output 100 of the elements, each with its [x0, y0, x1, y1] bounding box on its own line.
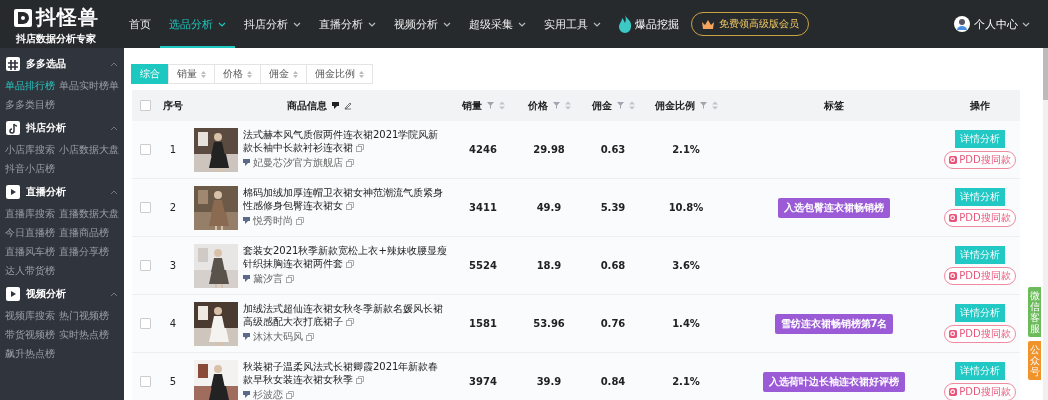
copy-icon[interactable]: [356, 375, 365, 384]
collapse-icon[interactable]: [110, 61, 118, 67]
sidebar-group-title[interactable]: 抖店分析: [26, 121, 66, 135]
copy-icon[interactable]: [296, 216, 304, 225]
table-cell-text: 10.8%: [667, 202, 705, 213]
product-title[interactable]: 加绒法式超仙连衣裙女秋冬季新款名媛风长裙高级感配大衣打底裙子: [243, 301, 448, 328]
copy-icon[interactable]: [306, 332, 314, 341]
sidebar-item[interactable]: 热门视频榜: [59, 309, 121, 323]
collapse-icon[interactable]: [110, 125, 118, 131]
crown-icon: [701, 18, 715, 30]
table-cell-text: 18.9: [535, 260, 563, 271]
play-icon: [6, 185, 20, 199]
nav-item[interactable]: 直播分析: [310, 0, 385, 48]
table-cell-text: 0.68: [599, 260, 627, 271]
product-title[interactable]: 秋装裙子温柔风法式长裙卿霞2021年新款春款早秋女装连衣裙女秋季: [243, 359, 448, 386]
sidebar-item[interactable]: 实时热点榜: [59, 328, 121, 342]
copy-icon[interactable]: [346, 201, 355, 210]
table-cell-text: 3974: [468, 376, 498, 387]
sidebar-item[interactable]: 直播分享榜: [59, 245, 121, 259]
sidebar-item[interactable]: 直播库搜索: [5, 207, 59, 221]
product-title[interactable]: 棉码加绒加厚连帽卫衣裙女神范潮流气质紧身性感修身包臀连衣裙女: [243, 185, 448, 212]
sidebar-item[interactable]: 单品排行榜: [5, 79, 59, 93]
nav-item[interactable]: 超级采集: [460, 0, 535, 48]
sidebar-item[interactable]: 飙升热点榜: [5, 347, 59, 361]
sort-tab[interactable]: 佣金: [260, 64, 307, 84]
copy-icon[interactable]: [346, 158, 354, 167]
table-cell-text: 4246: [468, 144, 498, 155]
copy-icon[interactable]: [356, 143, 365, 152]
checkbox[interactable]: [139, 202, 151, 213]
sidebar-item[interactable]: 直播商品榜: [59, 226, 121, 240]
sort-icon[interactable]: [711, 101, 718, 110]
sidebar-item[interactable]: 单品实时榜单: [59, 79, 121, 93]
sort-tab[interactable]: 价格: [214, 64, 261, 84]
sidebar-item[interactable]: 直播风车榜: [5, 245, 59, 259]
copy-icon[interactable]: [286, 390, 294, 399]
column-header: 销量: [461, 98, 482, 113]
sidebar-item[interactable]: 直播数据大盘: [59, 207, 121, 221]
sidebar-item[interactable]: 达人带货榜: [5, 264, 59, 278]
sidebar-group-title[interactable]: 多多选品: [26, 57, 66, 71]
product-title[interactable]: 套装女2021秋季新款宽松上衣+辣妹收腰显瘦针织抹胸连衣裙两件套: [243, 243, 448, 270]
sidebar-item[interactable]: 今日直播榜: [5, 226, 59, 240]
filter-icon[interactable]: [616, 102, 624, 109]
table-cell-text: 5.39: [599, 202, 627, 213]
table-cell-text: 3: [168, 260, 178, 271]
pdd-search-button[interactable]: PDD搜同款: [944, 209, 1016, 227]
collapse-icon[interactable]: [110, 291, 118, 297]
copy-icon[interactable]: [346, 317, 355, 326]
pdd-search-button[interactable]: PDD搜同款: [944, 267, 1016, 285]
checkbox[interactable]: [139, 100, 151, 111]
sidebar-group-title[interactable]: 直播分析: [26, 185, 66, 199]
shop-name[interactable]: 妃曼芯汐官方旗舰店: [253, 155, 343, 170]
checkbox[interactable]: [139, 260, 151, 271]
sort-tab[interactable]: 佣金比例: [306, 64, 373, 84]
search-icon: [949, 156, 958, 164]
checkbox[interactable]: [139, 376, 151, 387]
collapse-icon[interactable]: [110, 189, 118, 195]
checkbox[interactable]: [139, 144, 151, 155]
sort-icon[interactable]: [564, 101, 571, 110]
shop-name[interactable]: 黛汐言: [253, 271, 283, 286]
search-icon: [949, 214, 958, 222]
nav-item[interactable]: 视频分析: [385, 0, 460, 48]
table-cell-text: 2: [168, 202, 178, 213]
pen-icon[interactable]: [343, 101, 352, 110]
sidebar-item[interactable]: 小店库搜索: [5, 143, 59, 157]
sort-tab[interactable]: 销量: [168, 64, 215, 84]
table-cell-text: 5: [168, 376, 178, 387]
logo-title: 抖怪兽: [35, 4, 99, 31]
filter-icon[interactable]: [486, 102, 494, 109]
product-title[interactable]: 法式赫本风气质假两件连衣裙2021学院风新款长袖中长款衬衫连衣裙: [243, 127, 448, 154]
filter-icon[interactable]: [552, 102, 560, 109]
pdd-search-button[interactable]: PDD搜同款: [944, 151, 1016, 169]
shop-name[interactable]: 悦秀时尚: [253, 213, 293, 228]
filter-icon[interactable]: [699, 102, 707, 109]
column-header: 价格: [527, 98, 548, 113]
sidebar-item[interactable]: 小店数据大盘: [59, 143, 121, 157]
hot-products-link[interactable]: 爆品挖掘: [635, 16, 679, 32]
sidebar-item[interactable]: 抖音小店榜: [5, 162, 59, 176]
sidebar-item[interactable]: 多多类目榜: [5, 98, 59, 112]
sidebar-item[interactable]: 带货视频榜: [5, 328, 59, 342]
nav-item[interactable]: 首页: [120, 0, 160, 48]
pdd-search-button[interactable]: PDD搜同款: [944, 383, 1016, 400]
table-cell-text: 1.4%: [671, 318, 701, 329]
table-cell-text: 3411: [468, 202, 498, 213]
checkbox[interactable]: [139, 318, 151, 329]
sidebar-item[interactable]: 视频库搜索: [5, 309, 59, 323]
column-header: 序号: [163, 98, 183, 113]
shop-name[interactable]: 杉波恋: [253, 387, 283, 400]
sidebar-group-title[interactable]: 视频分析: [26, 287, 66, 301]
shop-name[interactable]: 沐沐大码风: [253, 329, 303, 344]
sort-icon[interactable]: [498, 101, 505, 110]
nav-item[interactable]: 抖店分析: [235, 0, 310, 48]
sort-icon[interactable]: [628, 101, 635, 110]
copy-icon[interactable]: [346, 259, 355, 268]
pdd-search-button[interactable]: PDD搜同款: [944, 325, 1016, 343]
flame-icon: [618, 15, 632, 33]
column-header: 佣金比例: [654, 98, 695, 113]
nav-item[interactable]: 实用工具: [535, 0, 610, 48]
caret-icon: [1022, 21, 1030, 27]
copy-icon[interactable]: [286, 274, 294, 283]
user-center-link[interactable]: 个人中心: [974, 16, 1018, 32]
